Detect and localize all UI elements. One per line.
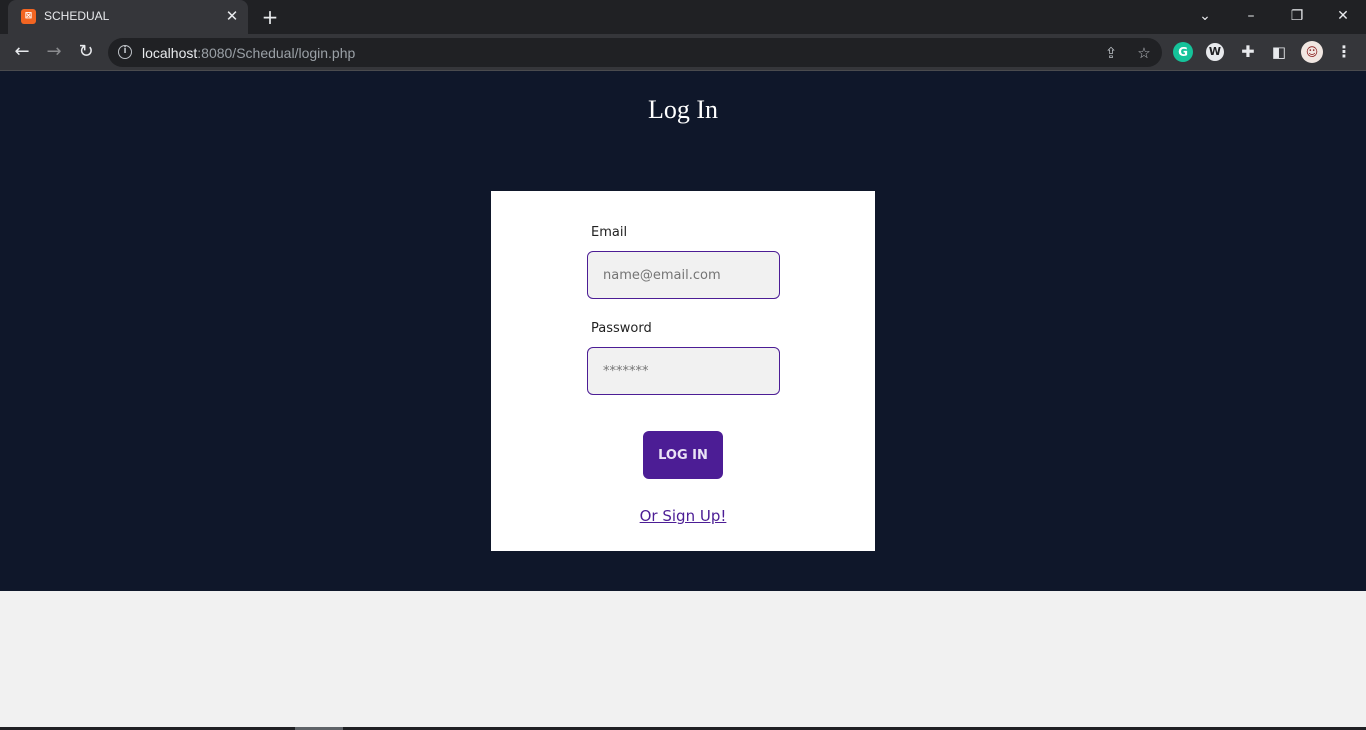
forward-button[interactable]: →	[41, 39, 67, 65]
close-tab-icon[interactable]: ✕	[224, 8, 240, 24]
browser-tab-strip: ⊠ SCHEDUAL ✕ + ⌄ – ❐ ✕	[0, 0, 1366, 34]
tab-search-chevron-icon[interactable]: ⌄	[1191, 4, 1219, 28]
password-field[interactable]	[587, 347, 780, 395]
wordtune-extension-icon[interactable]: W	[1206, 43, 1224, 61]
email-field[interactable]	[587, 251, 780, 299]
new-tab-button[interactable]: +	[259, 6, 281, 28]
back-button[interactable]: ←	[9, 39, 35, 65]
grammarly-extension-icon[interactable]: G	[1173, 42, 1193, 62]
share-icon[interactable]: ⇪	[1100, 42, 1122, 64]
email-label: Email	[591, 225, 628, 240]
close-window-button[interactable]: ✕	[1329, 4, 1357, 28]
profile-avatar-icon[interactable]: ☺	[1301, 41, 1323, 63]
password-label: Password	[591, 321, 652, 336]
xampp-icon: ⊠	[21, 9, 36, 24]
extensions-puzzle-icon[interactable]: ✚	[1237, 41, 1259, 63]
restore-button[interactable]: ❐	[1283, 4, 1311, 28]
address-bar[interactable]: i localhost:8080/Schedual/login.php ⇪ ☆	[108, 38, 1162, 67]
reload-button[interactable]: ↻	[73, 39, 99, 65]
menu-kebab-icon[interactable]: ⋮	[1333, 41, 1355, 63]
page-title: Log In	[647, 95, 719, 124]
browser-toolbar: ← → ↻ i localhost:8080/Schedual/login.ph…	[0, 34, 1366, 71]
browser-tab[interactable]: ⊠ SCHEDUAL ✕	[8, 0, 248, 34]
minimize-button[interactable]: –	[1237, 4, 1265, 28]
login-page: Log In Email Password LOG IN Or Sign Up!	[0, 71, 1366, 591]
side-panel-icon[interactable]: ◧	[1268, 41, 1290, 63]
tab-title: SCHEDUAL	[44, 9, 110, 23]
login-card: Email Password LOG IN Or Sign Up!	[491, 191, 875, 551]
signup-link[interactable]: Or Sign Up!	[491, 507, 875, 525]
bookmark-star-icon[interactable]: ☆	[1133, 42, 1155, 64]
site-info-icon[interactable]: i	[118, 45, 132, 59]
login-button[interactable]: LOG IN	[643, 431, 723, 479]
url-text[interactable]: localhost:8080/Schedual/login.php	[142, 45, 355, 61]
